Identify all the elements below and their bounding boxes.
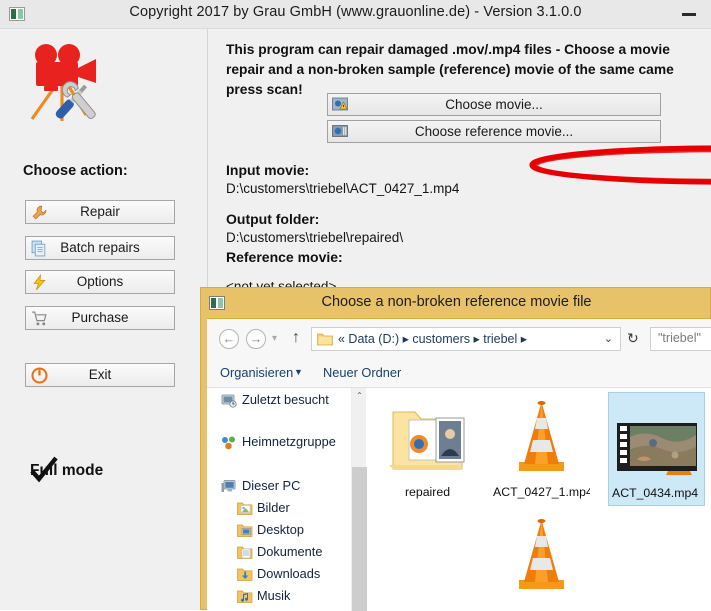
choose-action-label: Choose action: <box>23 163 128 179</box>
repair-button-label: Repair <box>80 204 120 219</box>
recent-places-icon <box>221 394 237 408</box>
vlc-cone-icon <box>519 401 564 471</box>
tree-item-label: Downloads <box>257 566 321 581</box>
movie-camera-repair-logo <box>30 44 96 121</box>
movie-file-warning-icon <box>332 97 348 111</box>
forward-button[interactable]: → <box>246 329 266 349</box>
dialog-body: ← → ▾ ↑ « Data (D:) ▸ customers ▸ triebe… <box>207 318 711 611</box>
pictures-folder-icon <box>237 502 253 515</box>
search-input[interactable]: "triebel" <box>650 327 711 351</box>
batch-repairs-button[interactable]: Batch repairs <box>25 236 175 260</box>
up-one-level-button[interactable]: ↑ <box>292 329 300 347</box>
tree-item-label: Zuletzt besucht <box>242 392 329 407</box>
output-folder-label: Output folder: <box>226 211 320 227</box>
window-titlebar: Copyright 2017 by Grau GmbH (www.grauonl… <box>0 0 711 29</box>
tree-item-downloads[interactable]: Downloads <box>207 564 351 586</box>
tree-item-label: Musik <box>257 588 291 603</box>
address-breadcrumb-bar[interactable]: « Data (D:) ▸ customers ▸ triebel ▸ ⌄ <box>311 327 621 351</box>
vlc-cone-icon <box>519 519 564 589</box>
file-list-item-act-0427-1[interactable]: ACT_0427_1.mp4 <box>493 392 590 506</box>
reference-movie-label: Reference movie: <box>226 249 343 265</box>
file-list-item-act-0434[interactable]: ACT_0434.mp4 <box>608 392 705 506</box>
input-movie-label: Input movie: <box>226 162 310 178</box>
chevron-down-icon[interactable]: ▼ <box>294 367 303 377</box>
dialog-title: Choose a non-broken reference movie file <box>321 294 592 310</box>
refresh-icon[interactable]: ↻ <box>627 330 639 347</box>
choose-reference-movie-button-label: Choose reference movie... <box>414 124 574 139</box>
output-folder-value: D:\customers\triebel\repaired\ <box>226 230 404 245</box>
recent-locations-icon[interactable]: ▾ <box>272 333 277 344</box>
repair-button[interactable]: Repair <box>25 200 175 224</box>
tree-item-label: Desktop <box>257 522 304 537</box>
exit-button-label: Exit <box>88 367 112 382</box>
search-input-value: "triebel" <box>658 331 701 345</box>
this-pc-icon <box>221 480 236 492</box>
file-chooser-dialog: Choose a non-broken reference movie file… <box>200 287 711 611</box>
purchase-button[interactable]: Purchase <box>25 306 175 330</box>
dialog-command-bar: Organisieren ▼ Neuer Ordner <box>207 358 711 388</box>
file-list-item-fourth[interactable] <box>493 510 590 611</box>
tree-item-recent-places[interactable]: Zuletzt besucht <box>207 390 351 412</box>
dialog-navigation-bar: ← → ▾ ↑ « Data (D:) ▸ customers ▸ triebe… <box>207 319 711 358</box>
file-list-item-repaired[interactable]: repaired <box>379 392 476 506</box>
downloads-folder-icon <box>237 568 253 581</box>
chevron-down-icon[interactable]: ⌄ <box>604 332 613 345</box>
scrollbar-thumb[interactable] <box>352 467 367 611</box>
wrench-icon <box>32 205 47 220</box>
purchase-button-label: Purchase <box>71 310 129 325</box>
choose-reference-movie-button[interactable]: Choose reference movie... <box>327 120 661 143</box>
window-title: Copyright 2017 by Grau GmbH (www.grauonl… <box>129 4 582 20</box>
folder-icon <box>317 333 333 346</box>
tree-item-dokumente[interactable]: Dokumente <box>207 542 351 564</box>
file-label: repaired <box>404 485 451 499</box>
options-button[interactable]: Options <box>25 270 175 294</box>
back-arrow-icon: ← <box>222 331 236 346</box>
file-label: ACT_0434.mp4 <box>612 486 699 500</box>
tree-item-label: Bilder <box>257 500 290 515</box>
tree-item-musik[interactable]: Musik <box>207 586 351 608</box>
music-folder-icon <box>237 590 253 603</box>
input-movie-value: D:\customers\triebel\ACT_0427_1.mp4 <box>226 181 460 196</box>
tree-item-label: Dokumente <box>257 544 323 559</box>
homegroup-icon <box>222 436 235 450</box>
back-button[interactable]: ← <box>219 329 239 349</box>
exit-button[interactable]: Exit <box>25 363 175 387</box>
tree-pane-scrollbar[interactable]: ⌃ <box>351 388 367 611</box>
intro-description: This program can repair damaged .mov/.mp… <box>226 42 674 97</box>
copy-stack-icon <box>31 240 46 257</box>
choose-movie-button[interactable]: Choose movie... <box>327 93 661 116</box>
dialog-titlebar: Choose a non-broken reference movie file <box>201 288 711 318</box>
tree-item-desktop[interactable]: Desktop <box>207 520 351 542</box>
forward-arrow-icon: → <box>249 331 263 346</box>
reference-movie-icon <box>332 125 348 137</box>
tree-item-bilder[interactable]: Bilder <box>207 498 351 520</box>
folder-with-pictures-icon <box>389 411 465 470</box>
lightning-bolt-icon <box>33 274 46 291</box>
organize-menu-button[interactable]: Organisieren <box>220 365 293 380</box>
shopping-cart-icon <box>32 311 47 326</box>
scroll-up-arrow-icon[interactable]: ⌃ <box>352 388 367 403</box>
video-thumbnail-icon <box>617 423 697 475</box>
file-list-pane: repaired ACT_0427_1.mp4 ACT_0434.mp4 <box>367 388 711 611</box>
tree-item-homegroup[interactable]: Heimnetzgruppe <box>207 432 351 454</box>
choose-movie-button-label: Choose movie... <box>445 97 543 112</box>
tree-item-this-pc[interactable]: Dieser PC <box>207 476 351 498</box>
navigation-tree-pane: Zuletzt besucht Heimnetzgruppe Dieser PC <box>207 388 351 611</box>
desktop-folder-icon <box>237 524 253 537</box>
batch-repairs-button-label: Batch repairs <box>60 240 140 255</box>
options-button-label: Options <box>76 274 124 289</box>
sidebar: Choose action: Repair Batch repairs Opti… <box>0 29 208 610</box>
tree-item-label: Heimnetzgruppe <box>242 434 336 449</box>
full-mode-label: Full mode <box>30 462 104 479</box>
documents-folder-icon <box>237 546 253 559</box>
power-icon <box>31 367 48 384</box>
minimize-button[interactable] <box>674 0 708 28</box>
new-folder-button[interactable]: Neuer Ordner <box>323 365 401 380</box>
file-label: ACT_0427_1.mp4 <box>493 485 590 499</box>
red-ellipse-annotation <box>529 145 711 185</box>
breadcrumb-path: « Data (D:) ▸ customers ▸ triebel ▸ <box>338 332 528 346</box>
tree-item-label: Dieser PC <box>242 478 301 493</box>
